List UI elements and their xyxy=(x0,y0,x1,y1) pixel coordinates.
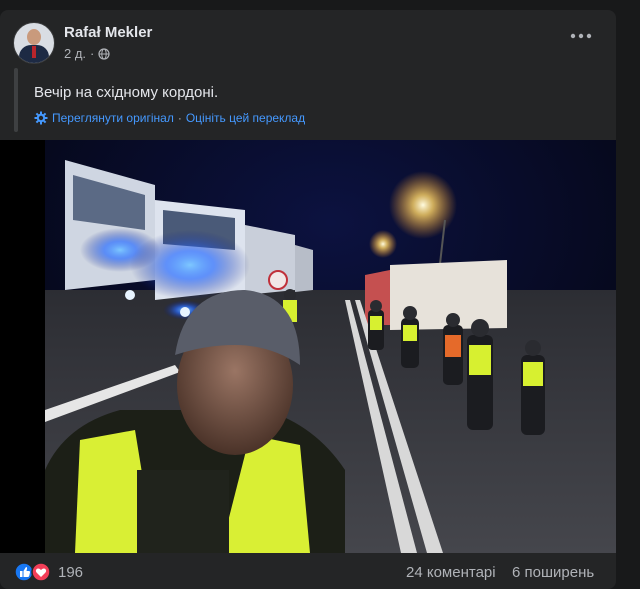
globe-icon[interactable] xyxy=(98,47,110,60)
reactions-icon[interactable] xyxy=(14,562,54,582)
more-dots-icon xyxy=(570,33,592,39)
post-footer: 196 24 коментарі 6 поширень xyxy=(0,554,616,589)
post-photo-container[interactable] xyxy=(0,140,616,553)
see-original-link[interactable]: Переглянути оригінал xyxy=(52,111,174,125)
post-meta: 2 д. · xyxy=(64,46,110,61)
top-strip xyxy=(0,0,640,10)
post-card: Rafał Mekler 2 д. · Вечір на східному ко… xyxy=(0,10,616,589)
translation-separator: · xyxy=(177,111,182,125)
post-time[interactable]: 2 д. xyxy=(64,46,86,61)
meta-dot: · xyxy=(90,46,95,61)
gear-icon xyxy=(34,111,48,125)
author-avatar[interactable] xyxy=(13,22,55,64)
post-text: Вечір на східному кордоні. xyxy=(34,84,219,101)
avatar-tie xyxy=(32,46,36,58)
author-name[interactable]: Rafał Mekler xyxy=(64,24,152,41)
more-options-button[interactable] xyxy=(566,24,596,48)
translation-quote-bar xyxy=(14,68,18,132)
translation-row: Переглянути оригінал · Оцініть цей перек… xyxy=(34,111,305,125)
avatar-head xyxy=(27,29,41,45)
shares-count[interactable]: 6 поширень xyxy=(512,564,594,581)
rate-translation-link[interactable]: Оцініть цей переклад xyxy=(186,111,305,125)
post-photo[interactable] xyxy=(45,140,616,553)
reactions-count[interactable]: 196 xyxy=(58,564,83,581)
comments-count[interactable]: 24 коментарі xyxy=(406,564,496,581)
